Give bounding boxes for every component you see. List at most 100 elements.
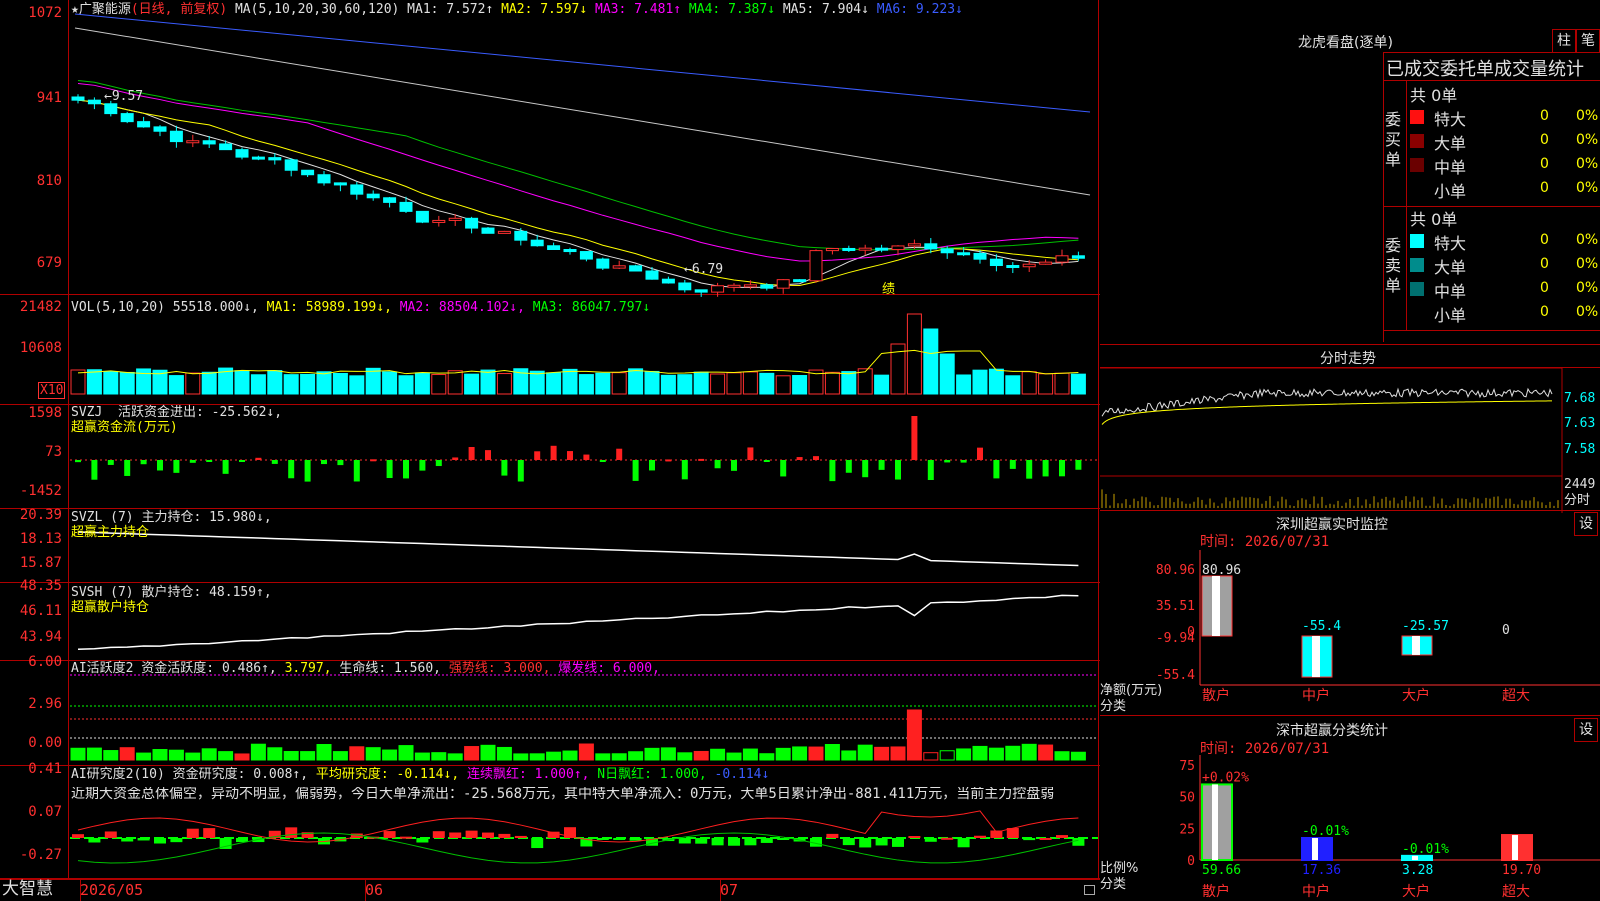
low-price-label: ←6.79	[684, 262, 724, 277]
kline-header-segment: MA4: 7.387↓	[681, 2, 776, 17]
earnings-marker: 绩	[882, 282, 896, 297]
ai1-axis-label: 2.96	[28, 696, 62, 712]
sz-class-title: 深市超赢分类统计	[1276, 723, 1388, 739]
sz-monitor-value-label: -25.57	[1402, 619, 1449, 634]
intraday-chart[interactable]	[1100, 368, 1600, 513]
tick-mode-button[interactable]: 笔	[1576, 29, 1600, 53]
sz-class-settings-button[interactable]: 设	[1574, 718, 1598, 742]
buy-row-percent: 0%	[1576, 156, 1599, 172]
sz-monitor-category: 大户	[1402, 687, 1430, 704]
kline-axis-label: 679	[36, 255, 62, 271]
ai2-axis-label: -0.27	[19, 847, 62, 863]
vol-axis-label: 21482	[19, 299, 62, 315]
ai2-axis-label: 0.41	[28, 761, 62, 777]
sz-monitor-category: 超大	[1502, 688, 1530, 704]
ai-activity-header: AI活跃度2 资金活跃度: 0.486↑, 3.797, 生命线: 1.560,…	[71, 661, 660, 676]
sz-monitor-value-label: 80.96	[1202, 563, 1241, 578]
buy-row-count: 0	[1540, 132, 1549, 148]
sz-monitor-category: 中户	[1302, 687, 1330, 704]
vol-header-segment: VOL(5,10,20)	[71, 300, 173, 315]
kline-header-segment: (日线, 前复权)	[130, 2, 228, 17]
sell-row-label: 特大	[1434, 234, 1467, 253]
lhb-title: 龙虎看盘(逐单)	[1298, 35, 1393, 51]
svzj-axis-label: 73	[45, 444, 62, 460]
sz-class-change-label: -0.01%	[1302, 824, 1349, 839]
kline-axis-label: 941	[36, 90, 62, 106]
buy-row-count: 0	[1540, 156, 1549, 172]
sell-row-count: 0	[1540, 256, 1549, 272]
vol-axis-label: 10608	[19, 340, 62, 356]
sz-class-axis-label: 75	[1179, 759, 1195, 774]
sell-row-percent: 0%	[1576, 280, 1599, 296]
svzj-axis-label: 1598	[28, 405, 62, 421]
buy-row-count: 0	[1540, 180, 1549, 196]
svzj-header: SVZJ 活跃资金进出: -25.562↓,	[71, 405, 282, 420]
sell-color-swatch	[1410, 234, 1424, 248]
sz-class-axis-label: 25	[1179, 822, 1195, 837]
sell-row-count: 0	[1540, 280, 1549, 296]
ai1-header-segment: 生命线: 1.560,	[331, 661, 441, 676]
svsh-axis-label: 48.35	[19, 578, 62, 594]
svzl-axis-label: 15.87	[19, 555, 62, 571]
bar-mode-button[interactable]: 柱	[1552, 29, 1576, 53]
right-panel: 龙虎看盘(逐单) 柱 笔 已成交委托单成交量统计 委买单 委卖单 共 0单 特大 0…	[1100, 0, 1600, 900]
svzj-axis-label: -1452	[19, 483, 62, 499]
date-tick	[720, 880, 721, 901]
sz-class-xlabel: 分类	[1100, 877, 1127, 892]
sell-row-label: 大单	[1434, 258, 1467, 277]
sell-row-percent: 0%	[1576, 256, 1599, 272]
buy-row-label: 中单	[1434, 158, 1467, 177]
sz-class-value-label: 59.66	[1202, 863, 1241, 878]
intraday-axis: 7.63	[1564, 416, 1596, 431]
fund-analysis-text: 近期大资金总体偏空，异动不明显，偏弱势，今日大单净流出：-25.568万元，其中…	[71, 787, 1055, 802]
kline-header-segment: ★	[71, 2, 79, 17]
svsh-axis-label: 46.11	[19, 603, 62, 619]
sz-class-value-label: 17.36	[1302, 863, 1341, 878]
buy-orders-label: 委买单	[1385, 110, 1402, 169]
sz-monitor-settings-button[interactable]: 设	[1574, 512, 1598, 536]
sz-monitor-axis-label: 80.96	[1156, 563, 1195, 578]
sell-color-swatch	[1410, 306, 1424, 320]
sell-row-label: 中单	[1434, 282, 1467, 301]
sz-monitor-time: 时间: 2026/07/31	[1200, 534, 1330, 550]
date-axis-bar: 大智慧 2026/05 06 07	[0, 879, 1100, 901]
buy-color-swatch	[1410, 134, 1424, 148]
sz-monitor-xlabel: 分类	[1100, 699, 1127, 714]
svsh-subtitle: 超赢散户持仓	[71, 600, 150, 615]
svzl-subtitle: 超赢主力持仓	[71, 525, 150, 540]
buy-row-label: 小单	[1434, 182, 1467, 201]
kline-header-segment: MA2: 7.597↓	[493, 2, 588, 17]
sell-row-percent: 0%	[1576, 232, 1599, 248]
sz-class-value-label: 3.28	[1402, 863, 1433, 878]
main-chart-area[interactable]: ★广聚能源(日线, 前复权) MA(5,10,20,30,60,120) MA1…	[0, 0, 1100, 901]
ai-research-header: AI研究度2(10) 资金研究度: 0.008↑, 平均研究度: -0.114↓…	[71, 767, 769, 782]
lock-icon[interactable]	[1084, 885, 1095, 895]
kline-header-segment: MA5: 7.904↓	[775, 2, 869, 17]
sell-color-swatch	[1410, 282, 1424, 296]
vol-unit-label: X10	[38, 382, 66, 399]
buy-row-percent: 0%	[1576, 132, 1599, 148]
ai2-header-segment: 连续飘红: 1.000↑,	[459, 767, 590, 782]
svzl-axis-label: 18.13	[19, 531, 62, 547]
sell-color-swatch	[1410, 258, 1424, 272]
ai2-header-segment: 平均研究度: -0.114↓,	[308, 767, 460, 782]
kline-header-segment: 广聚能源	[78, 2, 131, 17]
kline-header-segment: MA3: 7.481↑	[587, 2, 682, 17]
sz-class-change-label: +0.02%	[1202, 770, 1249, 785]
vol-header-segment: MA2: 88504.102↓,	[391, 300, 525, 315]
buy-color-swatch	[1410, 182, 1424, 196]
ai1-header-segment: 爆发线: 6.000,	[550, 661, 660, 676]
buy-row-label: 特大	[1434, 110, 1467, 129]
ai1-header-segment: 3.797,	[276, 661, 332, 676]
sz-class-axis-label: 50	[1179, 791, 1195, 806]
svzl-axis-label: 20.39	[19, 507, 62, 523]
buy-color-swatch	[1410, 110, 1424, 124]
ai1-axis-label: 0.00	[28, 735, 62, 751]
ai2-header-segment: N日飘红: 1.000,	[589, 767, 707, 782]
sz-monitor-axis-label: -9.94	[1156, 631, 1195, 646]
date-label-jul: 07	[720, 881, 739, 899]
ai1-header-segment: AI活跃度2 资金活跃度: 0.486↑,	[71, 661, 277, 676]
date-tick	[365, 880, 366, 901]
date-label-may: 2026/05	[80, 881, 144, 899]
sz-monitor-value-label: -55.4	[1302, 619, 1341, 634]
